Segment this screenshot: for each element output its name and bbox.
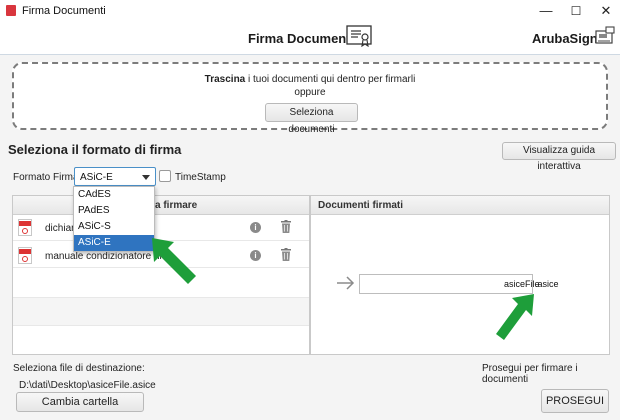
signed-documents-title: Documenti firmati [318, 200, 404, 211]
section-title: Seleziona il formato di firma [8, 142, 182, 157]
arrow-right-icon [337, 276, 355, 290]
timestamp-checkbox[interactable] [159, 170, 171, 182]
format-label: Formato Firma: [13, 172, 82, 183]
pdf-file-icon [18, 219, 32, 236]
proceed-label: Prosegui per firmare i documenti [482, 363, 578, 385]
format-option-asic-s[interactable]: ASiC-S [74, 219, 154, 235]
interactive-guide-button[interactable]: Visualizza guida interattiva [502, 142, 616, 172]
window-title: Firma Documenti [22, 5, 106, 17]
certificate-icon [346, 25, 372, 47]
pdf-file-icon [18, 247, 32, 264]
destination-path: D:\dati\Desktop\asiceFile.asice [19, 380, 156, 391]
format-option-cades[interactable]: CAdES [74, 187, 154, 203]
output-file-extension: .asice [535, 279, 559, 289]
info-icon[interactable]: i [250, 222, 261, 233]
drop-instructions-oppure: oppure [294, 87, 326, 98]
brand-name: ArubaSign [532, 31, 598, 46]
document-name: manuale condizionatore hi [45, 251, 162, 262]
drop-instructions: Trascina i tuoi documenti qui dentro per… [204, 74, 416, 85]
select-documents-button[interactable]: Seleziona documenti [265, 103, 358, 135]
timestamp-label: TimeStamp [175, 172, 226, 183]
proceed-button[interactable]: PROSEGUI [541, 389, 609, 413]
format-option-asic-e[interactable]: ASiC-E [74, 235, 154, 251]
info-icon[interactable]: i [250, 250, 261, 261]
header-title: Firma Documenti [248, 31, 355, 46]
trash-icon[interactable] [281, 248, 291, 261]
maximize-button[interactable]: ☐ [562, 2, 590, 20]
table-row-empty [13, 268, 309, 298]
app-icon [6, 5, 16, 16]
minimize-button[interactable]: — [532, 2, 560, 20]
format-option-pades[interactable]: PAdES [74, 203, 154, 219]
destination-label: Seleziona file di destinazione: [13, 363, 145, 374]
format-selected-value: ASiC-E [80, 172, 113, 183]
close-button[interactable]: ✕ [592, 2, 620, 20]
table-row-empty [13, 298, 309, 326]
header-divider [0, 54, 620, 55]
chevron-down-icon [142, 175, 150, 180]
signing-device-icon [595, 26, 615, 44]
change-folder-button[interactable]: Cambia cartella [16, 392, 144, 412]
trash-icon[interactable] [281, 220, 291, 233]
